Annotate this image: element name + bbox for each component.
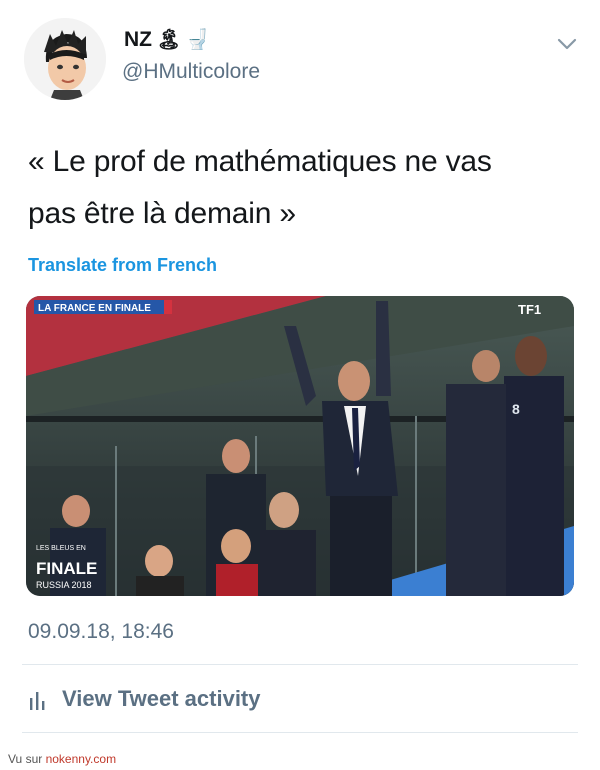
- tweet-text: « Le prof de mathématiques ne vas pas êt…: [28, 136, 578, 240]
- translate-link[interactable]: Translate from French: [28, 255, 217, 276]
- jersey-number: 8: [512, 401, 520, 417]
- bar-chart-icon: [30, 692, 45, 710]
- overlay-small-text: LES BLEUS EN: [36, 545, 86, 552]
- tweet-timestamp[interactable]: 09.09.18, 18:46: [28, 620, 174, 644]
- avatar-cartoon-icon: [24, 18, 106, 100]
- overlay-russia-text: RUSSIA 2018: [36, 580, 92, 590]
- tweet-media[interactable]: LA FRANCE EN FINALE TF1 8 LES BLEUS EN F…: [26, 296, 574, 596]
- divider: [22, 732, 578, 733]
- source-footer: Vu sur nokenny.com: [0, 748, 600, 770]
- tweet-text-line: pas être là demain »: [28, 197, 296, 230]
- tf1-logo: TF1: [518, 302, 541, 317]
- overlay-finale-text: FINALE: [36, 559, 97, 578]
- footer-site-link[interactable]: nokenny.com: [46, 752, 116, 766]
- user-handle[interactable]: @HMulticolore: [122, 60, 260, 84]
- footer-prefix: Vu sur: [8, 752, 46, 766]
- divider: [22, 664, 578, 665]
- stadium-photo: LA FRANCE EN FINALE TF1 8 LES BLEUS EN F…: [26, 296, 574, 596]
- display-name-text: NZ: [124, 28, 152, 51]
- island-emoji-icon: 🏝: [156, 29, 182, 51]
- display-name[interactable]: NZ 🏝 🚽: [124, 28, 210, 52]
- activity-label: View Tweet activity: [62, 686, 261, 711]
- tweet-text-line: « Le prof de mathématiques ne vas: [28, 145, 492, 178]
- toilet-emoji-icon: 🚽: [185, 29, 211, 51]
- banner-text: LA FRANCE EN FINALE: [38, 303, 151, 314]
- view-tweet-activity-button[interactable]: View Tweet activity: [28, 686, 261, 712]
- avatar[interactable]: [24, 18, 106, 100]
- chevron-down-icon[interactable]: [554, 34, 580, 54]
